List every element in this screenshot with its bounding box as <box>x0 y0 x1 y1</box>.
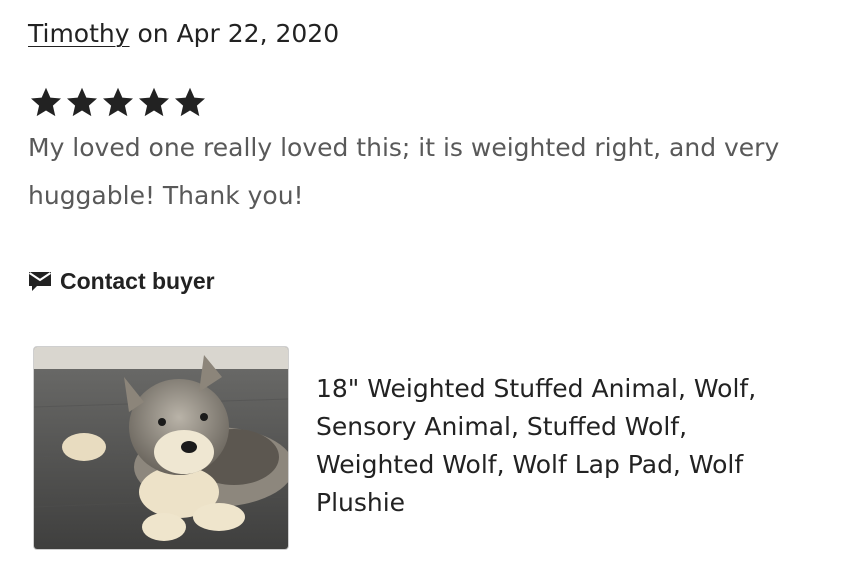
listing-thumbnail[interactable] <box>33 346 289 550</box>
contact-buyer-button[interactable]: Contact buyer <box>28 268 215 295</box>
envelope-chat-icon <box>28 271 52 291</box>
listing-preview: 18" Weighted Stuffed Animal, Wolf, Senso… <box>33 346 823 550</box>
review-card: Timothy on Apr 22, 2020 <box>28 14 828 54</box>
star-rating <box>28 84 208 120</box>
review-text: My loved one really loved this; it is we… <box>28 133 780 210</box>
contact-buyer-label: Contact buyer <box>60 268 215 294</box>
star-icon <box>67 87 97 117</box>
star-icon <box>31 87 61 117</box>
wolf-plush-image <box>34 347 288 549</box>
review-byline: Timothy on Apr 22, 2020 <box>28 14 828 54</box>
star-icon <box>139 87 169 117</box>
review-date: on Apr 22, 2020 <box>129 19 340 48</box>
reviewer-name-link[interactable]: Timothy <box>28 19 130 48</box>
listing-title-link[interactable]: 18" Weighted Stuffed Animal, Wolf, Senso… <box>316 370 796 522</box>
star-icon <box>103 87 133 117</box>
star-icon <box>175 87 205 117</box>
